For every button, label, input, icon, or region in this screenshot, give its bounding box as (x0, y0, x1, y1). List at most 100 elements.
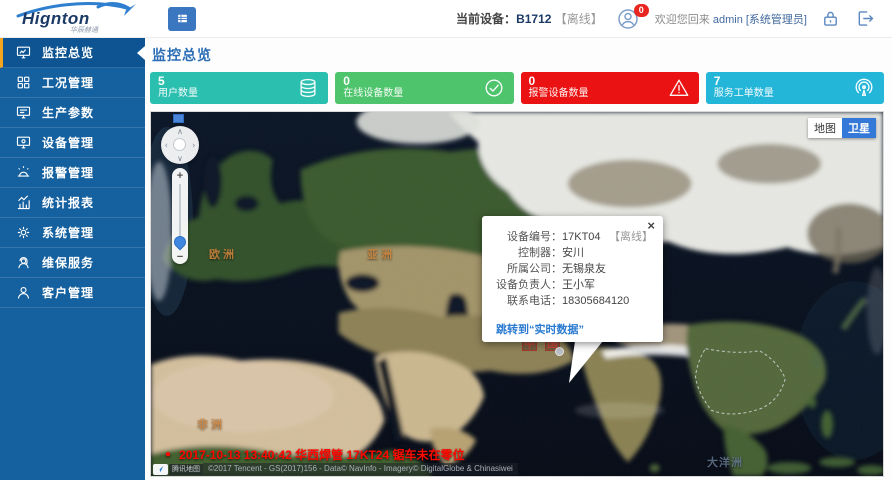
sidebar-item-label: 系统管理 (42, 224, 94, 241)
sidebar-item-label: 设备管理 (42, 134, 94, 151)
sidebar-item-maintenance-service[interactable]: 维保服务 (0, 248, 145, 278)
pan-center-button[interactable] (173, 138, 186, 151)
popup-row-label: 设备负责人： (492, 277, 562, 293)
popup-tail (562, 341, 612, 385)
active-item-notch (137, 46, 145, 60)
grid-icon (15, 74, 32, 91)
popup-row: 所属公司： 无锡泉友 (492, 261, 653, 277)
list-icon (174, 11, 191, 26)
sidebar-item-device-management[interactable]: 设备管理 (0, 128, 145, 158)
monitor-lines-icon (15, 104, 32, 121)
bar-chart-icon (15, 194, 32, 211)
map-label-asia: 亚洲 (367, 246, 395, 262)
sidebar-item-customer-management[interactable]: 客户管理 (0, 278, 145, 308)
map-overview-button[interactable] (173, 114, 184, 123)
popup-row: 联系电话： 18305684120 (492, 293, 653, 309)
pan-up-icon[interactable]: ∧ (177, 127, 183, 136)
sidebar-item-label: 报警管理 (42, 164, 94, 181)
stat-card-work-orders[interactable]: 7 服务工单数量 (706, 72, 884, 104)
attribution-text: ©2017 Tencent - GS(2017)156 - Data© NavI… (203, 463, 518, 475)
welcome-user: admin [系统管理员] (713, 14, 807, 26)
current-device-status: 【离线】 (555, 12, 603, 26)
sidebar: 监控总览 工况管理 生产参数 设备管理 报警管理 (0, 38, 145, 480)
popup-row-label: 设备编号： (492, 229, 562, 245)
map-type-map-button[interactable]: 地图 (808, 118, 842, 138)
pan-left-icon[interactable]: ‹ (165, 141, 168, 150)
map-type-toggle: 地图 卫星 (808, 118, 876, 138)
map-type-satellite-button[interactable]: 卫星 (842, 118, 876, 138)
device-info-popup: × 设备编号： 17KT04 【离线】 控制器： 安川 所属公司： 无锡泉友 设… (482, 216, 663, 342)
popup-row: 设备负责人： 王小军 (492, 277, 653, 293)
pan-right-icon[interactable]: › (192, 141, 195, 150)
popup-row-value: 18305684120 (562, 293, 629, 309)
sidebar-item-label: 维保服务 (42, 254, 94, 271)
stat-value: 0 (343, 75, 505, 88)
lock-screen-button[interactable] (820, 8, 841, 29)
map-attribution: 腾讯地图 ©2017 Tencent - GS(2017)156 - Data©… (153, 463, 518, 475)
stat-label: 用户数量 (158, 88, 320, 100)
sidebar-item-statistics-report[interactable]: 统计报表 (0, 188, 145, 218)
popup-row: 设备编号： 17KT04 【离线】 (492, 229, 653, 245)
map-zoom-slider: + − (172, 168, 188, 264)
monitor-device-icon (15, 134, 32, 151)
popup-row-value: 王小军 (562, 277, 595, 293)
realtime-data-link[interactable]: 跳转到“实时数据” (496, 321, 584, 337)
brand-logo: Hignton 华辰赫通 (0, 0, 150, 38)
map-label-europe: 欧洲 (209, 246, 237, 262)
map-pan-control: ∧ ∨ ‹ › (161, 126, 199, 164)
headset-person-icon (15, 254, 32, 271)
stat-label: 在线设备数量 (343, 88, 505, 100)
map-label-africa: 非洲 (197, 416, 225, 432)
pan-down-icon[interactable]: ∨ (177, 154, 183, 163)
sidebar-item-production-params[interactable]: 生产参数 (0, 98, 145, 128)
check-circle-icon (483, 77, 505, 99)
gear-icon (15, 224, 32, 241)
stat-label: 服务工单数量 (714, 88, 876, 100)
top-header: Hignton 华辰赫通 当前设备：B1712 【离线】 0 欢迎您回来 adm… (0, 0, 892, 38)
popup-row-value: 17KT04 (562, 229, 601, 245)
sidebar-item-monitor-overview[interactable]: 监控总览 (0, 38, 145, 68)
popup-row-value: 安川 (562, 245, 584, 261)
sidebar-item-label: 工况管理 (42, 74, 94, 91)
popup-device-status: 【离线】 (609, 229, 653, 245)
sidebar-item-label: 生产参数 (42, 104, 94, 121)
stat-card-users[interactable]: 5 用户数量 (150, 72, 328, 104)
tencent-map-logo (153, 464, 168, 475)
sidebar-item-work-condition[interactable]: 工况管理 (0, 68, 145, 98)
database-icon (297, 77, 319, 99)
popup-row-label: 所属公司： (492, 261, 562, 277)
attribution-logo-text: 腾讯地图 (169, 464, 203, 475)
zoom-out-button[interactable]: − (172, 251, 188, 263)
logout-icon (854, 8, 876, 29)
monitor-chart-icon (15, 44, 32, 61)
world-map[interactable]: 欧洲 亚洲 非洲 大洋洲 中 国 地图 卫星 ∧ ∨ ‹ › + − × (150, 111, 884, 477)
person-icon (15, 284, 32, 301)
logo-subtitle: 华辰赫通 (70, 25, 98, 35)
stat-card-online-devices[interactable]: 0 在线设备数量 (335, 72, 513, 104)
popup-close-button[interactable]: × (647, 219, 655, 232)
ticker-bullet: ● (165, 449, 171, 460)
sidebar-item-label: 统计报表 (42, 194, 94, 211)
stat-cards: 5 用户数量 0 在线设备数量 0 报警设备数量 (150, 72, 884, 104)
stat-label: 报警设备数量 (529, 88, 691, 100)
ticker-text: 2017-10-13 13:40:42 华西焊管 17KT24 锯车未在零位 (179, 446, 464, 463)
sidebar-item-system-management[interactable]: 系统管理 (0, 218, 145, 248)
zoom-in-button[interactable]: + (172, 170, 188, 182)
lock-icon (820, 8, 841, 29)
welcome-prefix: 欢迎您回来 (655, 14, 710, 26)
popup-row-label: 联系电话： (492, 293, 562, 309)
current-device-label: 当前设备： (456, 12, 516, 26)
zoom-thumb[interactable] (172, 234, 189, 251)
logout-button[interactable] (854, 8, 876, 29)
popup-row-label: 控制器： (492, 245, 562, 261)
stat-value: 5 (158, 75, 320, 88)
sidebar-item-label: 客户管理 (42, 284, 94, 301)
menu-toggle-button[interactable] (168, 7, 196, 31)
user-notifications-button[interactable]: 0 (616, 7, 642, 31)
map-label-oceania: 大洋洲 (707, 454, 743, 470)
stat-card-alarm-devices[interactable]: 0 报警设备数量 (521, 72, 699, 104)
sidebar-item-alarm-management[interactable]: 报警管理 (0, 158, 145, 188)
welcome-text: 欢迎您回来 admin [系统管理员] (655, 11, 807, 27)
current-device: 当前设备：B1712 【离线】 (456, 10, 603, 27)
main-content: 监控总览 5 用户数量 0 在线设备数量 0 报警设备数量 (145, 38, 892, 480)
